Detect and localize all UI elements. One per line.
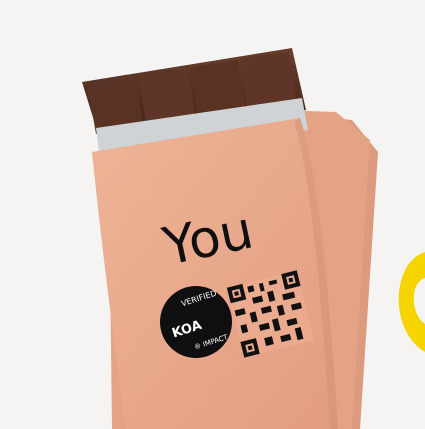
- yellow-accent-shape: [398, 252, 425, 352]
- main-wrapper: [92, 118, 338, 429]
- chocolate-bar-photo: You KOA VERIFIED ® IMPACT: [82, 48, 425, 429]
